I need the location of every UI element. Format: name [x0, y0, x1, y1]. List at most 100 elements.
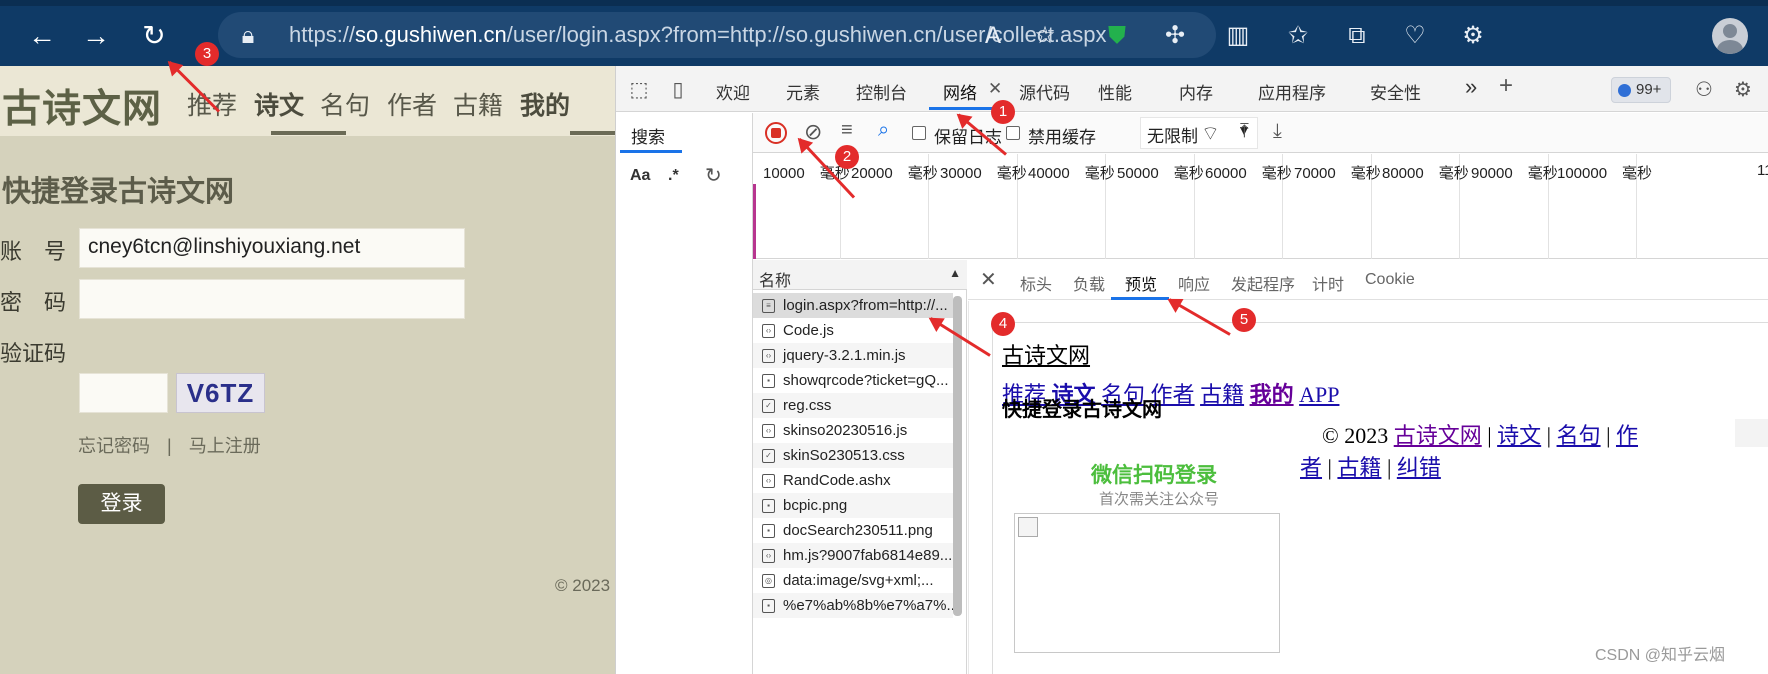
search-icon[interactable]: ⌕: [878, 119, 889, 142]
sort-icon[interactable]: ▲: [949, 266, 961, 280]
favorite-star-icon[interactable]: ☆: [1027, 18, 1063, 54]
preview-footer-link[interactable]: 者: [1300, 455, 1322, 480]
search-tab[interactable]: 搜索: [631, 123, 665, 148]
forward-icon[interactable]: →: [76, 16, 116, 56]
close-detail-icon[interactable]: ✕: [980, 267, 997, 292]
register-link[interactable]: 马上注册: [189, 436, 261, 456]
lock-icon[interactable]: 🔒︎: [230, 18, 266, 54]
name-column-header[interactable]: 名称 ▲: [753, 260, 967, 290]
tab-application[interactable]: 应用程序: [1258, 79, 1326, 104]
health-icon[interactable]: ♡: [1397, 18, 1433, 54]
collections-icon[interactable]: ⧉: [1339, 18, 1375, 54]
import-har-icon[interactable]: ⤒: [1240, 120, 1249, 143]
nav-mine[interactable]: 我的: [520, 86, 570, 122]
preview-nav-link[interactable]: 古籍: [1200, 382, 1244, 407]
nav-poems[interactable]: 诗文: [254, 86, 304, 122]
request-row[interactable]: ‹› RandCode.ashx: [753, 468, 953, 493]
request-row[interactable]: ▪ bcpic.png: [753, 493, 953, 518]
preview-footer-link[interactable]: 纠错: [1397, 455, 1441, 480]
favorites-icon[interactable]: ✩: [1280, 18, 1316, 54]
tab-welcome[interactable]: 欢迎: [716, 79, 750, 104]
request-row[interactable]: ‹› skinso20230516.js: [753, 418, 953, 443]
tab-payload[interactable]: 负载: [1073, 271, 1105, 295]
more-tabs-icon[interactable]: »: [1465, 74, 1477, 100]
request-row[interactable]: ‹› hm.js?9007fab6814e89...: [753, 543, 953, 568]
preview-footer-link[interactable]: 名句: [1557, 423, 1601, 448]
timeline-tick: 40000 毫秒: [1028, 165, 1115, 182]
request-row[interactable]: ▪ showqrcode?ticket=gQ...: [753, 368, 953, 393]
captcha-image[interactable]: V6TZ: [176, 373, 265, 413]
preview-footer-link[interactable]: 诗文: [1497, 423, 1541, 448]
performance-icon[interactable]: ⚙: [1455, 18, 1491, 54]
add-tab-icon[interactable]: +: [1499, 72, 1513, 100]
tab-performance[interactable]: 性能: [1098, 79, 1132, 104]
close-tab-icon[interactable]: ✕: [988, 79, 1002, 99]
device-emulation-icon[interactable]: ▯: [660, 72, 696, 108]
nav-authors[interactable]: 作者: [387, 86, 437, 122]
tab-elements[interactable]: 元素: [786, 79, 820, 104]
tab-initiator[interactable]: 发起程序: [1231, 271, 1295, 295]
filter-icon[interactable]: ≡: [841, 119, 853, 142]
match-case-toggle[interactable]: Aa: [630, 167, 650, 185]
settings-gear-icon[interactable]: ⚙: [1725, 72, 1761, 108]
tab-console[interactable]: 控制台: [856, 79, 907, 104]
tab-memory[interactable]: 内存: [1179, 79, 1213, 104]
request-row[interactable]: ‹› jquery-3.2.1.min.js: [753, 343, 953, 368]
preview-footer-link[interactable]: 古诗文网: [1394, 423, 1482, 448]
tab-response[interactable]: 响应: [1178, 271, 1210, 295]
tab-sources[interactable]: 源代码: [1019, 79, 1070, 104]
site-logo[interactable]: 古诗文网: [2, 78, 162, 134]
request-row[interactable]: ≡ login.aspx?from=http://...: [753, 293, 953, 318]
preserve-log-checkbox[interactable]: [912, 126, 926, 140]
preview-logo-link[interactable]: 古诗文网: [1002, 338, 1090, 370]
nav-quotes[interactable]: 名句: [320, 86, 370, 122]
tab-cookies[interactable]: Cookie: [1365, 271, 1415, 289]
request-row[interactable]: ✓ skinSo230513.css: [753, 443, 953, 468]
extensions-icon[interactable]: ✣: [1157, 18, 1193, 54]
export-har-icon[interactable]: ⤓: [1273, 120, 1282, 143]
network-timeline[interactable]: 10000 毫秒 20000 毫秒 30000 毫秒 40000 毫秒 5000…: [753, 154, 1768, 259]
profile-avatar[interactable]: [1712, 18, 1748, 54]
customize-icon[interactable]: ⚇: [1686, 72, 1722, 108]
login-button[interactable]: 登录: [78, 484, 165, 524]
regex-toggle[interactable]: .*: [668, 167, 679, 185]
request-row[interactable]: ▪ %e7%ab%8b%e7%a7%...: [753, 593, 953, 618]
preview-footer-link[interactable]: 作: [1616, 423, 1638, 448]
tab-headers[interactable]: 标头: [1020, 271, 1052, 295]
shield-extension-icon[interactable]: ⛊: [1099, 18, 1135, 54]
image-icon: ▪: [762, 599, 775, 613]
request-row[interactable]: ✓ reg.css: [753, 393, 953, 418]
preview-nav-link[interactable]: APP: [1299, 382, 1339, 407]
account-input[interactable]: cney6tcn@linshiyouxiang.net: [79, 228, 465, 268]
request-row[interactable]: ‹› Code.js: [753, 318, 953, 343]
preview-footer-link[interactable]: 古籍: [1337, 455, 1381, 480]
svg-icon: ◎: [762, 574, 775, 588]
annotation-marker-2: 2: [835, 145, 859, 169]
disable-cache-label[interactable]: 禁用缓存: [1028, 123, 1096, 148]
network-conditions-icon[interactable]: ⌔: [1201, 121, 1220, 146]
request-name: docSearch230511.png: [783, 522, 933, 539]
read-aloud-icon[interactable]: A: [975, 18, 1011, 54]
tab-security[interactable]: 安全性: [1370, 79, 1421, 104]
tab-timing[interactable]: 计时: [1312, 271, 1344, 295]
request-row[interactable]: ▪ docSearch230511.png: [753, 518, 953, 543]
captcha-input[interactable]: [79, 373, 168, 413]
request-list-scrollbar[interactable]: [953, 296, 962, 616]
issues-badge[interactable]: 99+: [1611, 77, 1671, 103]
disable-cache-checkbox[interactable]: [1006, 126, 1020, 140]
record-stop-icon[interactable]: [765, 122, 787, 144]
preview-nav-link[interactable]: 我的: [1250, 382, 1294, 407]
refresh-icon[interactable]: ↻: [134, 16, 174, 56]
password-input[interactable]: [79, 279, 465, 319]
nav-classics[interactable]: 古籍: [453, 86, 503, 122]
tab-network[interactable]: 网络: [943, 79, 977, 104]
response-preview: 古诗文网 推荐 诗文 名句 作者 古籍 我的 APP 快捷登录古诗文网 © 20…: [968, 301, 1768, 674]
forgot-password-link[interactable]: 忘记密码: [78, 436, 150, 456]
tab-preview[interactable]: 预览: [1125, 271, 1157, 295]
back-icon[interactable]: ←: [22, 16, 62, 56]
split-screen-icon[interactable]: ▥: [1220, 18, 1256, 54]
refresh-search-icon[interactable]: ↻: [705, 163, 722, 188]
request-row[interactable]: ◎ data:image/svg+xml;...: [753, 568, 953, 593]
throttling-value: 无限制: [1147, 127, 1198, 146]
inspect-element-icon[interactable]: ⬚: [621, 72, 657, 108]
